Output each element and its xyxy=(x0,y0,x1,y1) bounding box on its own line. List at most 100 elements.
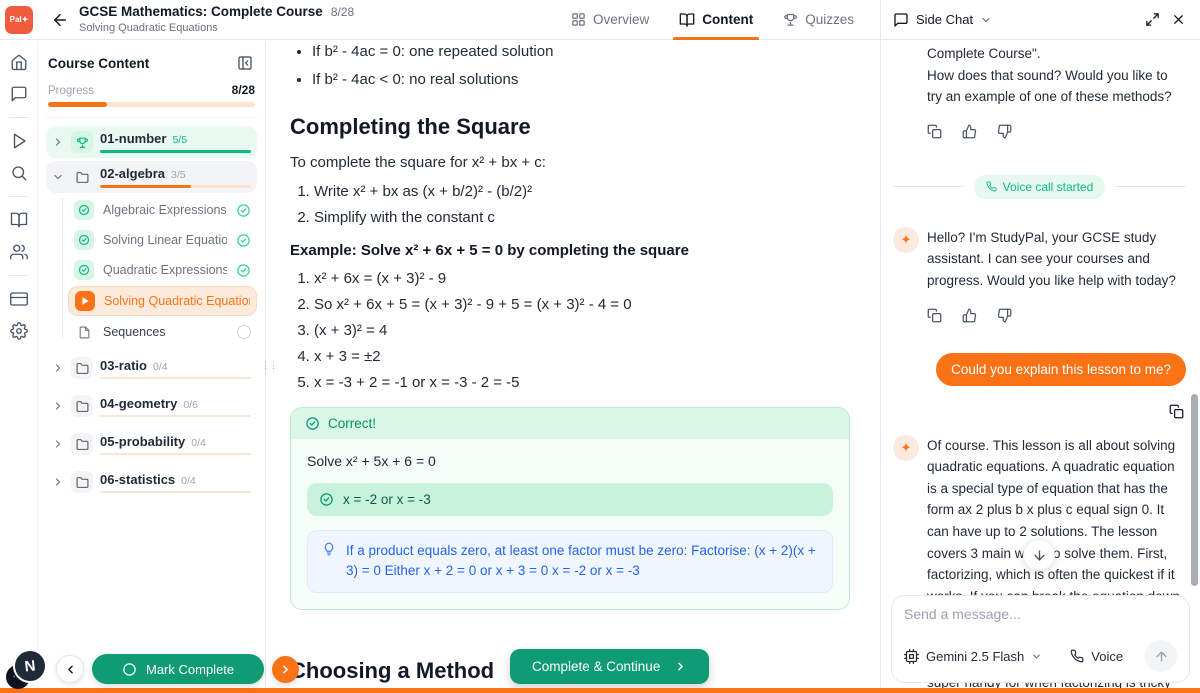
book-icon[interactable] xyxy=(10,211,28,229)
collapse-sidebar-button[interactable] xyxy=(235,53,255,73)
assistant-message-clipped: Complete Course". How does that sound? W… xyxy=(927,43,1186,108)
section-count: 5/5 xyxy=(172,134,187,146)
hint-text: If a product equals zero, at least one f… xyxy=(346,541,818,582)
back-button[interactable] xyxy=(51,11,69,29)
message-actions xyxy=(927,124,1186,139)
thumbs-up-button[interactable] xyxy=(962,124,977,139)
voice-call-badge: Voice call started xyxy=(974,175,1106,199)
copy-icon xyxy=(1169,404,1184,419)
tab-overview[interactable]: Overview xyxy=(571,0,649,40)
step: Simplify with the constant c xyxy=(314,209,850,226)
chevron-right-icon xyxy=(52,400,64,412)
collapse-sidebar-icon xyxy=(237,55,253,71)
sidebar-resize-handle[interactable]: ⋮⋮ xyxy=(261,363,269,379)
close-icon xyxy=(1171,12,1186,27)
section-label: 04-geometry xyxy=(100,396,177,411)
section-progress-bar xyxy=(100,453,251,455)
folder-icon xyxy=(71,357,93,379)
section-02-algebra[interactable]: 02-algebra3/5 xyxy=(46,161,257,193)
lesson-label: Solving Linear Equations xyxy=(103,233,227,247)
studypal-avatar: ✦ xyxy=(893,227,919,253)
tab-overview-label: Overview xyxy=(593,12,649,27)
tab-quizzes[interactable]: Quizzes xyxy=(783,0,854,40)
next-lesson-button[interactable] xyxy=(272,656,299,683)
previous-lesson-button[interactable] xyxy=(56,655,84,683)
icon-rail xyxy=(0,41,38,693)
complete-continue-button[interactable]: Complete & Continue xyxy=(510,649,709,684)
tab-quizzes-label: Quizzes xyxy=(805,12,854,27)
user-message-bubble: Could you explain this lesson to me? xyxy=(936,353,1186,386)
play-icon[interactable] xyxy=(10,132,28,150)
grid-icon xyxy=(571,12,586,27)
section-progress-bar xyxy=(100,491,251,493)
side-chat-panel: Complete Course". How does that sound? W… xyxy=(880,41,1200,693)
thumbs-down-icon xyxy=(997,124,1012,139)
practice-question: Solve x² + 5x + 6 = 0 xyxy=(307,453,833,469)
lesson-label: Sequences xyxy=(103,325,228,339)
scroll-to-bottom-button[interactable] xyxy=(1023,539,1055,571)
section-count: 0/6 xyxy=(183,399,198,411)
example-heading: Example: Solve x² + 6x + 5 = 0 by comple… xyxy=(290,242,850,259)
lesson-algebraic-expressions[interactable]: Algebraic Expressions xyxy=(68,196,257,224)
section-03-ratio[interactable]: 03-ratio0/4 xyxy=(46,352,257,384)
section-06-statistics[interactable]: 06-statistics0/4 xyxy=(46,466,257,498)
card-icon[interactable] xyxy=(10,290,28,308)
check-circle-icon xyxy=(74,200,94,220)
lesson-solving-quadratic-equations[interactable]: Solving Quadratic Equations xyxy=(68,286,257,316)
app-logo[interactable]: Pal✦ xyxy=(5,6,33,34)
copy-button[interactable] xyxy=(1167,402,1186,421)
check-circle-icon xyxy=(319,492,334,507)
thumbs-down-button[interactable] xyxy=(997,308,1012,323)
section-01-number[interactable]: 01-number5/5 xyxy=(46,126,257,158)
message-input[interactable] xyxy=(904,606,1177,622)
expand-chat-button[interactable] xyxy=(1143,10,1162,29)
section-04-geometry[interactable]: 04-geometry 0/6 xyxy=(46,390,257,422)
lesson-solving-linear-equations[interactable]: Solving Linear Equations xyxy=(68,226,257,254)
completing-steps: Write x² + bx as (x + b/2)² - (b/2)² Sim… xyxy=(290,183,850,226)
practice-result-card: Correct! Solve x² + 5x + 6 = 0 x = -2 or… xyxy=(290,407,850,610)
thumbs-up-button[interactable] xyxy=(962,308,977,323)
chevron-right-icon xyxy=(674,660,687,673)
chat-scrollbar[interactable] xyxy=(1191,394,1198,586)
rail-divider xyxy=(9,117,29,118)
arrow-up-icon xyxy=(1154,649,1169,664)
voice-button[interactable]: Voice xyxy=(1070,649,1123,664)
chevron-down-icon[interactable] xyxy=(980,14,992,26)
users-icon[interactable] xyxy=(10,243,28,261)
side-chat-title: Side Chat xyxy=(916,12,973,27)
trophy-icon xyxy=(71,131,93,153)
book-open-icon xyxy=(679,12,695,28)
rail-divider xyxy=(9,275,29,276)
model-selector[interactable]: Gemini 2.5 Flash xyxy=(904,649,1042,664)
progress-label: Progress xyxy=(48,85,94,97)
close-chat-button[interactable] xyxy=(1169,10,1188,29)
course-progress-count: 8/28 xyxy=(331,6,354,20)
section-count: 0/4 xyxy=(153,361,168,373)
chat-composer: Gemini 2.5 Flash Voice xyxy=(891,595,1190,683)
thumbs-up-icon xyxy=(962,308,977,323)
chat-icon[interactable] xyxy=(10,85,28,103)
phone-icon xyxy=(986,181,997,192)
user-avatar[interactable]: ••• N xyxy=(6,649,48,689)
lesson-quadratic-expressions[interactable]: Quadratic Expressions xyxy=(68,256,257,284)
result-status: Correct! xyxy=(328,416,376,431)
lesson-content: If b² - 4ac = 0: one repeated solution I… xyxy=(266,41,880,693)
message-text: Hello? I'm StudyPal, your GCSE study ass… xyxy=(927,227,1186,292)
lesson-complete-icon xyxy=(236,263,251,278)
copy-button[interactable] xyxy=(927,308,942,323)
settings-icon[interactable] xyxy=(10,322,28,340)
thumbs-down-button[interactable] xyxy=(997,124,1012,139)
tab-content[interactable]: Content xyxy=(679,0,753,40)
send-button[interactable] xyxy=(1145,640,1177,672)
search-icon[interactable] xyxy=(10,164,28,182)
step: x² + 6x = (x + 3)² - 9 xyxy=(314,270,850,287)
section-05-probability[interactable]: 05-probability0/4 xyxy=(46,428,257,460)
mark-complete-label: Mark Complete xyxy=(146,662,234,677)
lesson-label: Quadratic Expressions xyxy=(103,263,227,277)
practice-hint: If a product equals zero, at least one f… xyxy=(307,530,833,593)
chevron-right-icon xyxy=(279,663,292,676)
lesson-sequences[interactable]: Sequences xyxy=(68,318,257,346)
mark-complete-button[interactable]: Mark Complete xyxy=(92,654,264,684)
home-icon[interactable] xyxy=(10,53,28,71)
copy-button[interactable] xyxy=(927,124,942,139)
